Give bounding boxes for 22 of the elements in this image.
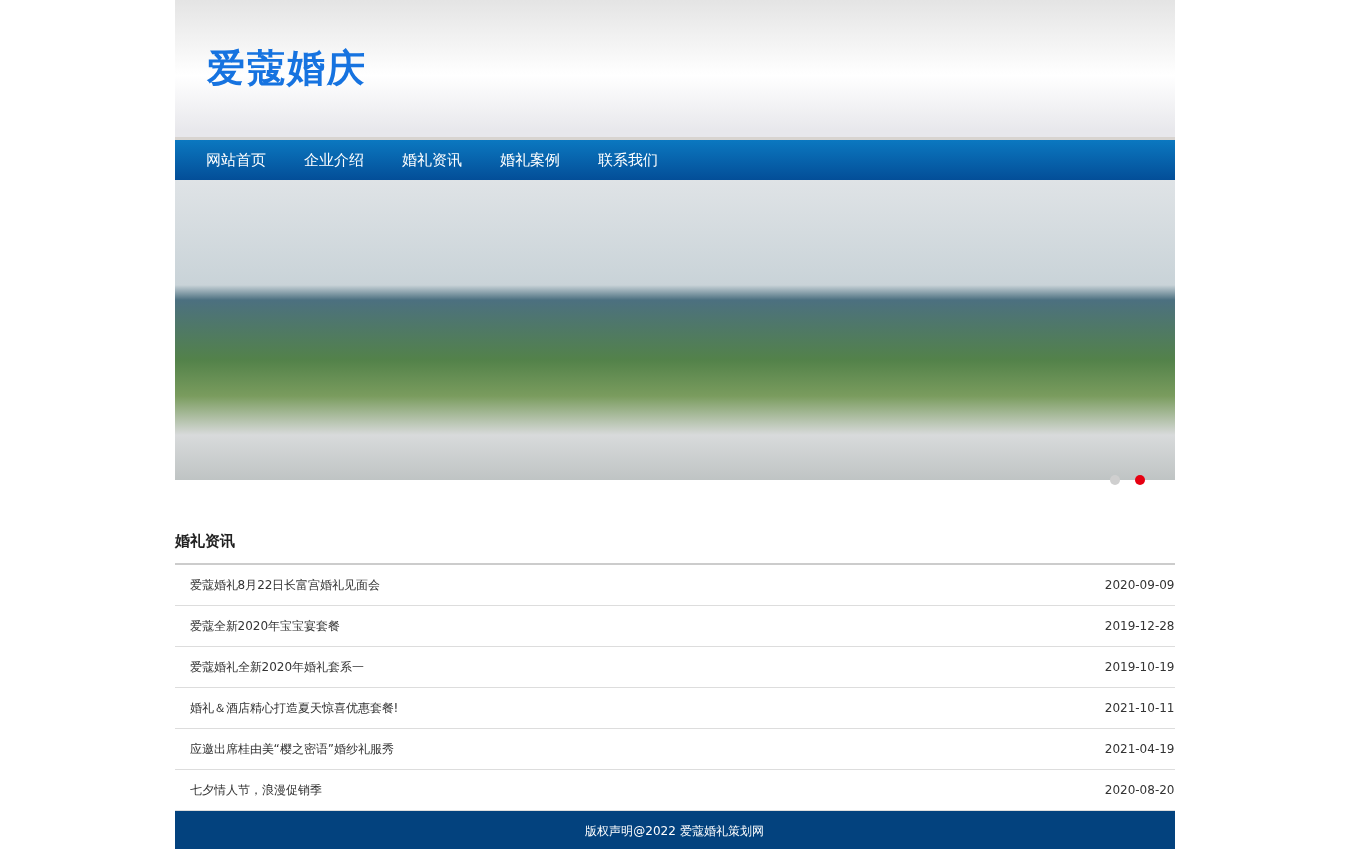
news-link[interactable]: 婚礼＆酒店精心打造夏天惊喜优惠套餐! (189, 698, 399, 717)
section-title: 婚礼资讯 (174, 532, 235, 550)
news-date: 2020-09-09 (1104, 576, 1175, 594)
news-link[interactable]: 爱蔻全新2020年宝宝宴套餐 (189, 616, 341, 635)
news-link[interactable]: 应邀出席桂由美“樱之密语”婚纱礼服秀 (189, 739, 394, 758)
news-link[interactable]: 爱蔻婚礼全新2020年婚礼套系一 (189, 657, 365, 676)
nav-link[interactable]: 婚礼资讯 (382, 140, 481, 180)
nav-link[interactable]: 网站首页 (186, 140, 285, 180)
news-date: 2019-12-28 (1104, 617, 1175, 635)
news-date: 2019-10-19 (1104, 658, 1175, 676)
news-date: 2021-10-11 (1104, 699, 1175, 717)
news-link[interactable]: 爱蔻婚礼8月22日长富宫婚礼见面会 (189, 575, 381, 594)
site-logo: 爱蔻婚庆 (206, 45, 367, 92)
nav-link[interactable]: 企业介绍 (284, 140, 383, 180)
news-date: 2021-04-19 (1104, 740, 1175, 758)
nav-link[interactable]: 婚礼案例 (480, 140, 579, 180)
news-link[interactable]: 七夕情人节，浪漫促销季 (189, 780, 322, 799)
news-date: 2020-08-20 (1104, 781, 1175, 799)
copyright-text: 版权声明@2022 爱蔻婚礼策划网 (585, 823, 764, 840)
nav-link[interactable]: 联系我们 (578, 140, 677, 180)
carousel-dot[interactable] (1134, 475, 1145, 485)
carousel-dot[interactable] (1109, 475, 1120, 485)
